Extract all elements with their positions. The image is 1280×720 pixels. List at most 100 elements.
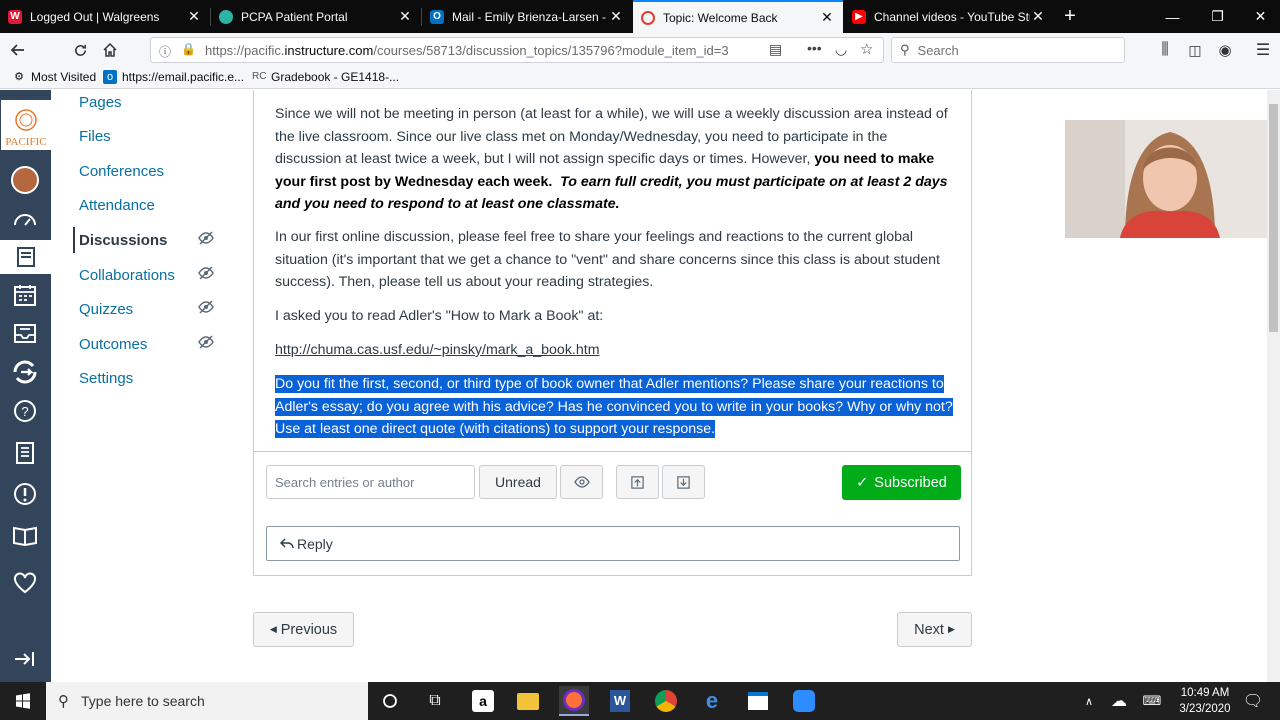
amazon-icon: a: [472, 690, 494, 712]
library-icon[interactable]: ⫼: [1153, 38, 1177, 62]
file-explorer-app[interactable]: [513, 686, 543, 716]
shield-icon: [219, 9, 233, 24]
subscribed-label: Subscribed: [874, 474, 947, 491]
course-nav-settings[interactable]: Settings: [79, 370, 133, 387]
cortana-button[interactable]: [375, 686, 405, 716]
pocket-icon[interactable]: ◡: [835, 41, 847, 58]
zoom-app[interactable]: [789, 686, 819, 716]
chrome-app[interactable]: [651, 686, 681, 716]
tab-title: Channel videos - YouTube Stud: [874, 9, 1030, 24]
dashboard-nav-item[interactable]: [8, 203, 42, 237]
account-icon[interactable]: ◉: [1213, 38, 1237, 62]
help-nav-item[interactable]: ?: [8, 394, 42, 428]
sidebar-icon[interactable]: ◫: [1183, 38, 1207, 62]
search-entries-input[interactable]: Search entries or author: [266, 465, 475, 499]
store-app[interactable]: [743, 686, 773, 716]
subscribed-button[interactable]: ✓ Subscribed: [842, 465, 961, 500]
next-button[interactable]: Next ▶: [897, 612, 972, 647]
close-icon[interactable]: ✕: [608, 8, 624, 25]
restore-button[interactable]: ❐: [1195, 0, 1240, 33]
new-tab-button[interactable]: +: [1055, 0, 1085, 33]
courses-nav-item[interactable]: [0, 240, 51, 274]
svg-text:PACIFIC: PACIFIC: [5, 136, 46, 148]
search-input[interactable]: ⚲ Search: [891, 37, 1125, 63]
course-nav-pages[interactable]: Pages: [79, 94, 122, 111]
reply-button[interactable]: Reply: [266, 526, 960, 561]
reload-button[interactable]: [68, 38, 92, 62]
scrollbar-thumb[interactable]: [1269, 104, 1278, 332]
library-nav-item[interactable]: [8, 518, 42, 552]
task-view-button[interactable]: ⧉: [420, 686, 450, 716]
course-nav-discussions[interactable]: Discussions: [79, 232, 167, 249]
avatar: [11, 166, 39, 194]
taskbar-search-input[interactable]: ⚲ Type here to search: [46, 682, 368, 720]
page-scrollbar[interactable]: [1267, 90, 1280, 682]
tab-mail[interactable]: O Mail - Emily Brienza-Larsen - O ✕: [422, 0, 632, 33]
account-avatar[interactable]: [8, 163, 42, 197]
bookmark-gradebook[interactable]: RC Gradebook - GE1418-...: [252, 70, 399, 84]
task-view-icon: ⧉: [429, 692, 441, 709]
search-icon: ⚲: [58, 693, 69, 710]
zoom-icon: [793, 690, 815, 712]
course-nav-files[interactable]: Files: [79, 128, 111, 145]
minimize-button[interactable]: —: [1150, 0, 1195, 33]
close-icon[interactable]: ✕: [1030, 8, 1046, 25]
chevron-up-icon: ∧: [1084, 695, 1094, 708]
tab-patient-portal[interactable]: PCPA Patient Portal ✕: [211, 0, 421, 33]
back-button[interactable]: [6, 38, 30, 62]
university-seal-icon: PACIFIC: [0, 100, 51, 150]
menu-icon[interactable]: ☰: [1251, 38, 1275, 62]
unread-filter-button[interactable]: Unread: [479, 465, 557, 499]
expand-replies-button[interactable]: [662, 465, 705, 499]
wellness-nav-item[interactable]: [8, 566, 42, 600]
home-button[interactable]: [98, 38, 122, 62]
commons-nav-item[interactable]: [8, 355, 42, 389]
youtube-icon: ▶: [852, 9, 866, 24]
start-button[interactable]: [8, 686, 38, 716]
university-logo[interactable]: PACIFIC: [0, 100, 51, 150]
reload-icon: [74, 44, 86, 56]
calendar-nav-item[interactable]: [8, 278, 42, 312]
close-window-button[interactable]: ✕: [1238, 0, 1280, 33]
course-nav-quizzes[interactable]: Quizzes: [79, 301, 133, 318]
windows-logo-icon: [16, 693, 30, 709]
show-hidden-icons[interactable]: ∧: [1074, 686, 1104, 716]
tab-welcome-back[interactable]: Topic: Welcome Back ✕: [633, 0, 843, 33]
address-bar[interactable]: ⓘ 🔒 https://pacific.instructure.com/cour…: [150, 37, 884, 63]
firefox-app[interactable]: [559, 686, 589, 716]
tab-youtube[interactable]: ▶ Channel videos - YouTube Stud ✕: [844, 0, 1054, 33]
inbox-nav-item[interactable]: [8, 316, 42, 350]
close-icon[interactable]: ✕: [819, 9, 835, 26]
bookmark-star-icon[interactable]: ☆: [860, 40, 873, 58]
close-icon[interactable]: ✕: [397, 8, 413, 25]
previous-button[interactable]: ◀ Previous: [253, 612, 354, 647]
system-clock[interactable]: 10:49 AM 3/23/2020: [1170, 685, 1240, 717]
collapse-nav-button[interactable]: [8, 642, 42, 676]
bookmark-email[interactable]: o https://email.pacific.e...: [103, 70, 244, 84]
keyboard-tray[interactable]: ⌨: [1137, 686, 1167, 716]
message-paragraph-1: Since we will not be meeting in person (…: [275, 103, 955, 216]
reader-view-icon[interactable]: ▤: [769, 41, 782, 58]
lock-icon[interactable]: 🔒: [181, 42, 196, 56]
alert-nav-item[interactable]: [8, 477, 42, 511]
word-app[interactable]: W: [605, 686, 635, 716]
course-nav-conferences[interactable]: Conferences: [79, 163, 164, 180]
notifications-button[interactable]: 🗨: [1238, 686, 1268, 716]
bookmark-most-visited[interactable]: ⚙ Most Visited: [12, 70, 96, 84]
heart-icon: [14, 572, 36, 594]
history-nav-item[interactable]: [8, 436, 42, 470]
info-icon[interactable]: ⓘ: [159, 43, 171, 60]
onedrive-tray[interactable]: ☁: [1104, 686, 1134, 716]
amazon-app[interactable]: a: [468, 686, 498, 716]
collapse-replies-button[interactable]: [616, 465, 659, 499]
course-nav-collaborations[interactable]: Collaborations: [79, 267, 175, 284]
more-actions-icon[interactable]: •••: [807, 40, 822, 56]
tab-walgreens[interactable]: W Logged Out | Walgreens ✕: [0, 0, 210, 33]
close-icon[interactable]: ✕: [186, 8, 202, 25]
search-icon: ⚲: [900, 42, 910, 57]
essay-link[interactable]: http://chuma.cas.usf.edu/~pinsky/mark_a_…: [275, 342, 600, 358]
edge-app[interactable]: e: [697, 686, 727, 716]
course-nav-attendance[interactable]: Attendance: [79, 197, 155, 214]
course-nav-outcomes[interactable]: Outcomes: [79, 336, 147, 353]
mark-read-button[interactable]: [560, 465, 603, 499]
